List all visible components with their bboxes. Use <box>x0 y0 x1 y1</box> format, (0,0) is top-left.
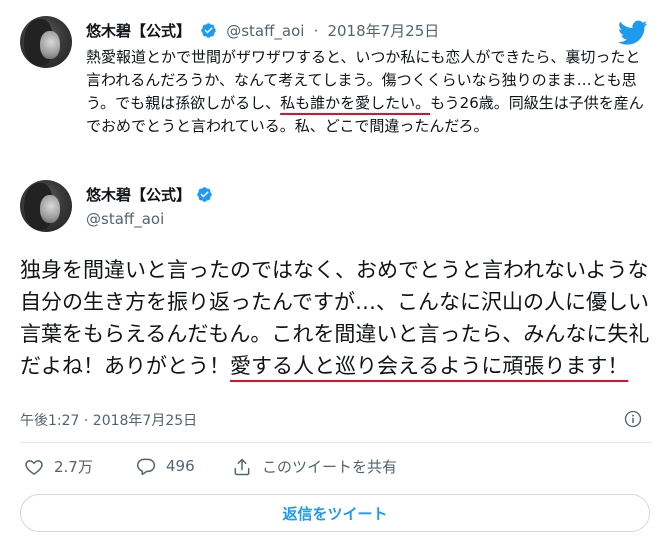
user-handle[interactable]: @staff_aoi <box>226 22 304 40</box>
highlighted-text: 愛する人と巡り会えるように頑張ります！ <box>230 354 629 378</box>
highlighted-text: 私も誰かを愛したい。 <box>280 94 431 112</box>
avatar[interactable] <box>20 16 72 68</box>
share-label: このツイートを共有 <box>262 458 398 476</box>
reply-button[interactable]: 496 <box>136 456 195 476</box>
verified-icon <box>197 187 212 202</box>
twitter-logo-icon[interactable] <box>618 20 648 46</box>
tweet-card: 悠木碧【公式】 @staff_aoi · 2018年7月25日 熱愛報道とかで世… <box>0 0 672 551</box>
avatar[interactable] <box>20 180 72 232</box>
info-icon[interactable] <box>624 410 642 428</box>
reply-count: 496 <box>166 457 195 475</box>
heart-icon <box>25 459 43 475</box>
tweet-date[interactable]: 2018年7月25日 <box>327 22 439 40</box>
like-count: 2.7万 <box>54 458 93 476</box>
user-handle[interactable]: @staff_aoi <box>86 210 164 228</box>
like-button[interactable]: 2.7万 <box>24 456 93 477</box>
reply-tweet-button[interactable]: 返信をツイート <box>20 494 650 532</box>
display-name[interactable]: 悠木碧【公式】 <box>86 22 191 40</box>
reply-icon <box>136 458 156 476</box>
tweet-header: 悠木碧【公式】 @staff_aoi <box>86 184 213 228</box>
share-icon <box>234 458 250 475</box>
tweet-header: 悠木碧【公式】 @staff_aoi · 2018年7月25日 <box>86 20 443 41</box>
share-button[interactable]: このツイートを共有 <box>232 456 397 477</box>
divider <box>20 442 652 443</box>
main-tweet-text: 独身を間違いと言ったのではなく、おめでとうと言われないような自分の生き方を振り返… <box>20 254 650 382</box>
quoted-tweet-text: 熱愛報道とかで世間がザワザワすると、いつか私にも恋人ができたら、裏切ったと言われ… <box>86 46 646 138</box>
separator: · <box>313 22 319 40</box>
verified-icon <box>201 23 216 38</box>
tweet-timestamp[interactable]: 午後1:27 · 2018年7月25日 <box>20 410 197 430</box>
display-name[interactable]: 悠木碧【公式】 <box>86 186 191 204</box>
